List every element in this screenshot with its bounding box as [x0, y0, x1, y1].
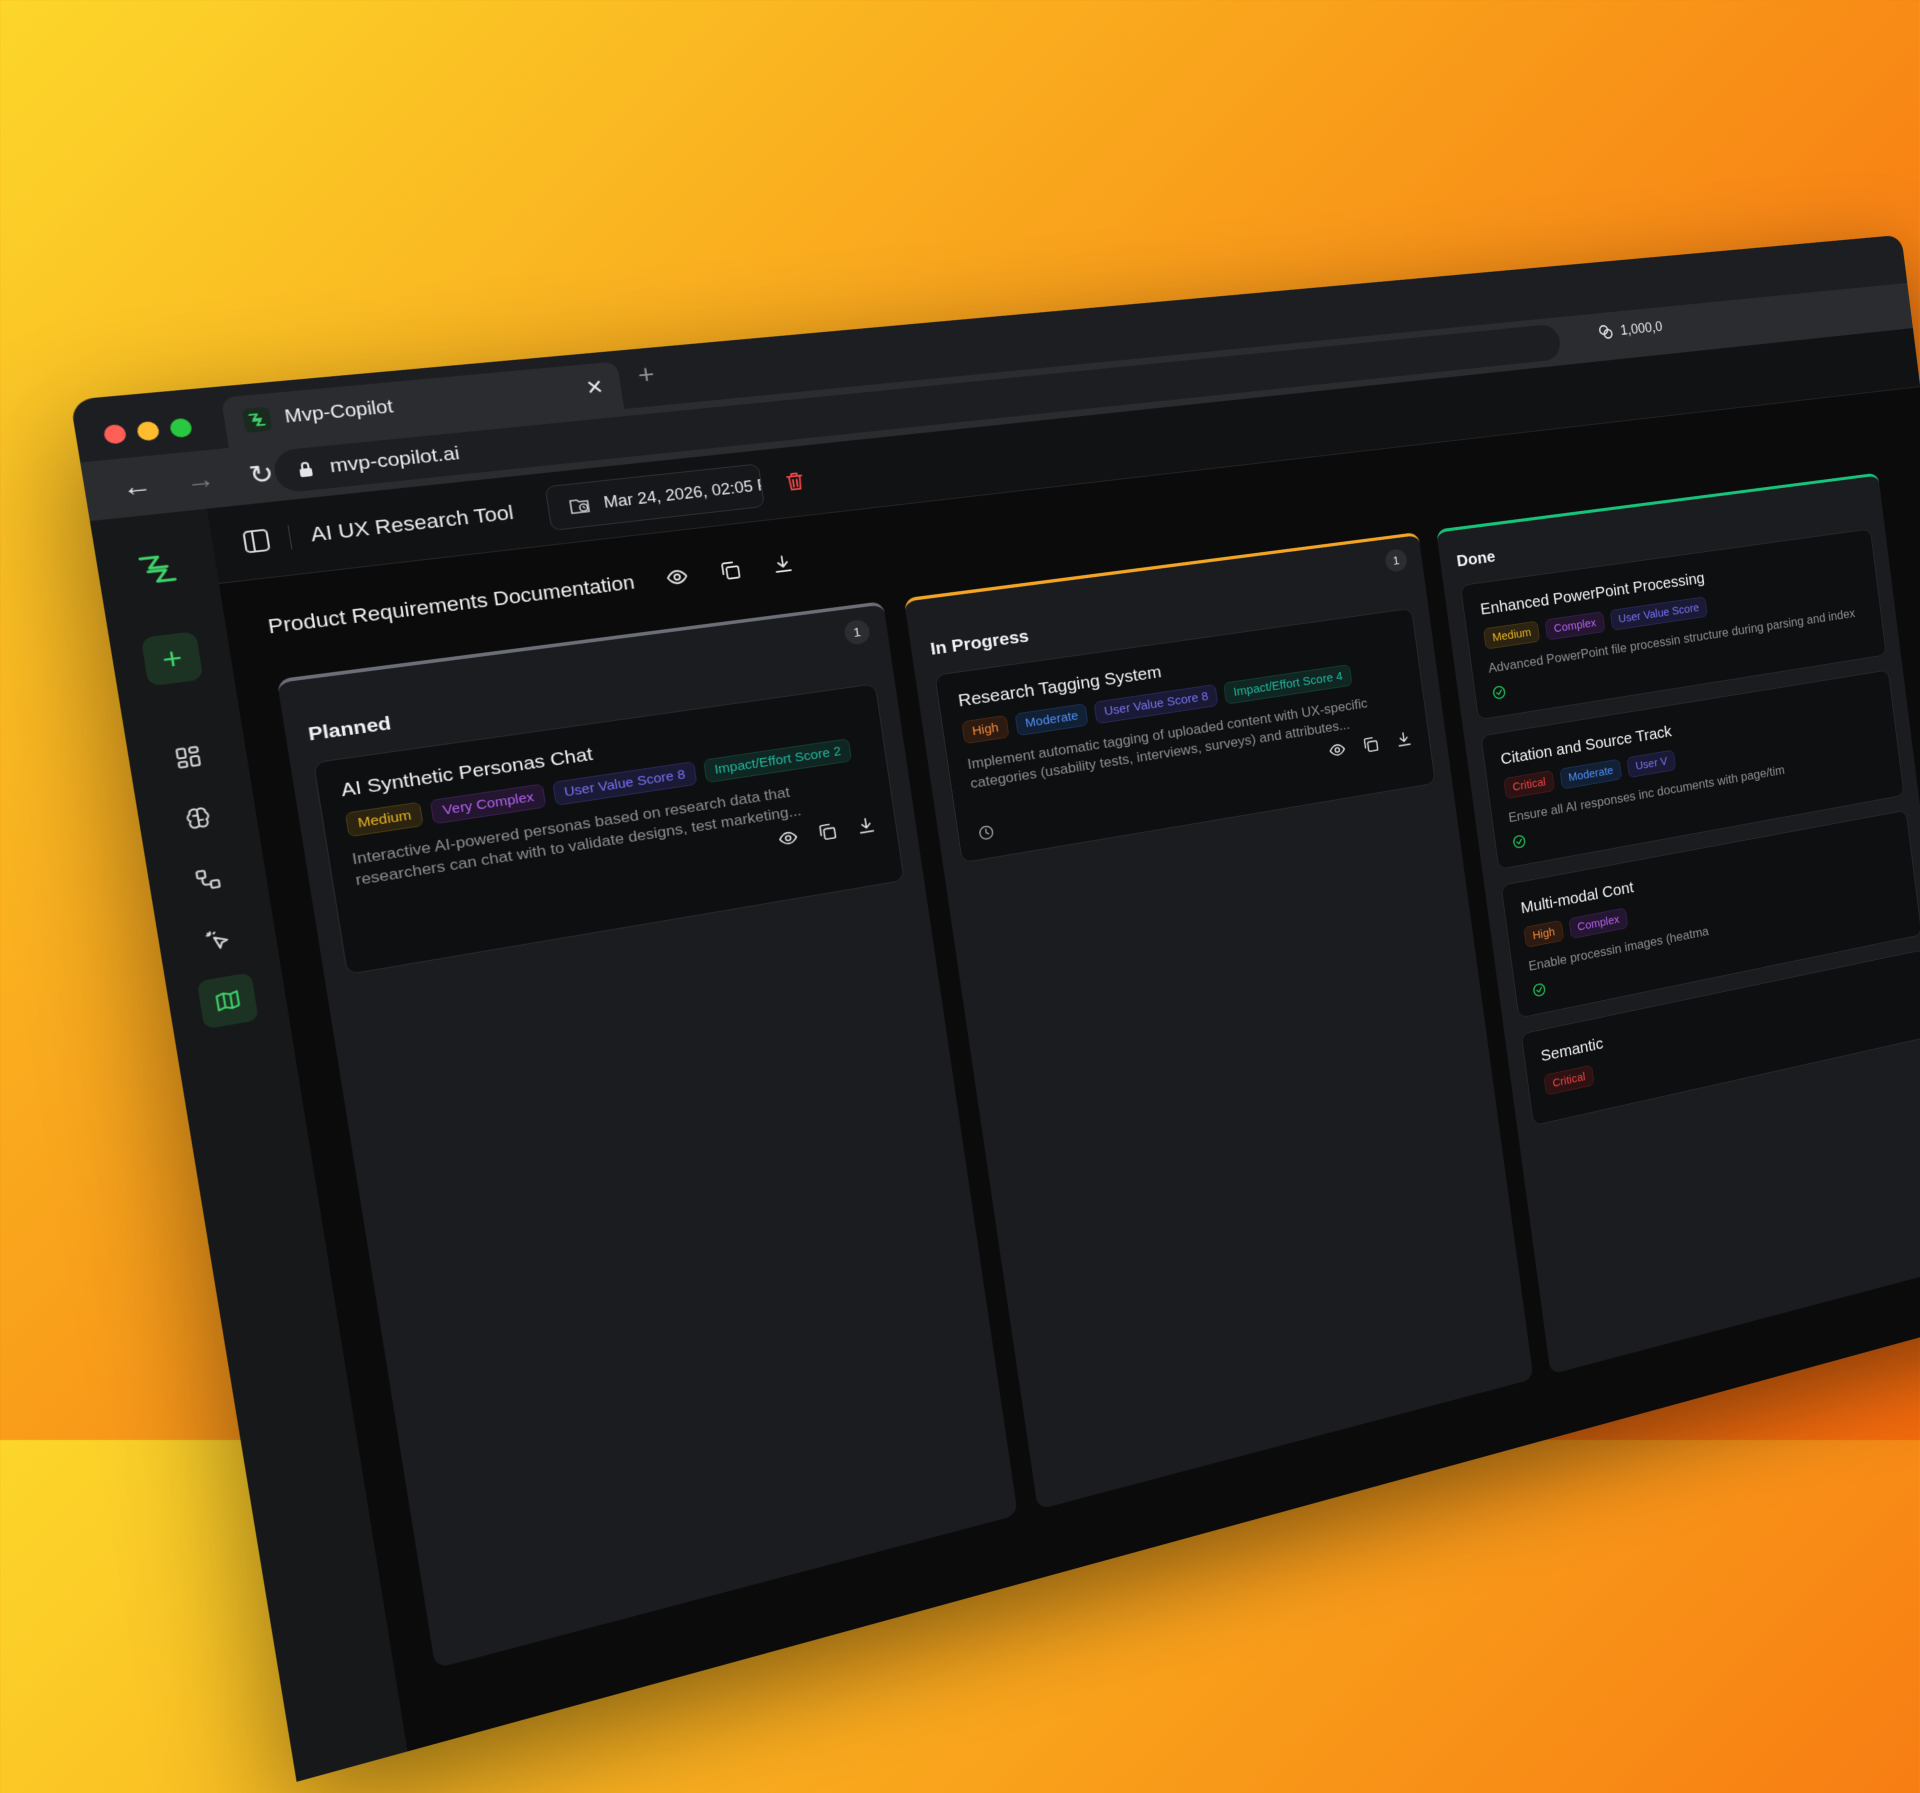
copy-icon[interactable] — [1361, 735, 1380, 755]
app-area: + AI UX Research Tool Mar 24, 2026, 02:0… — [89, 328, 1920, 1782]
new-project-button[interactable]: + — [140, 631, 204, 687]
complexity-badge: Moderate — [1014, 703, 1089, 737]
priority-badge: Critical — [1503, 770, 1555, 800]
map-icon[interactable] — [196, 972, 259, 1030]
new-tab-icon[interactable]: + — [636, 360, 657, 391]
dashboard-icon[interactable] — [164, 736, 212, 779]
eye-icon[interactable] — [777, 827, 800, 849]
browser-window: Mvp-Copilot ✕ + ← → ↻ mvp-copilot.ai 1,0… — [70, 234, 1920, 1782]
download-icon[interactable] — [1394, 729, 1413, 749]
priority-badge: Critical — [1543, 1064, 1595, 1096]
complexity-badge: Complex — [1568, 907, 1629, 939]
impact-effort-badge: Impact/Effort Score 4 — [1223, 664, 1353, 705]
priority-badge: High — [1523, 919, 1565, 948]
forward-icon[interactable]: → — [183, 464, 217, 497]
user-value-badge: User V — [1626, 749, 1677, 778]
main-content: AI UX Research Tool Mar 24, 2026, 02:05 … — [206, 328, 1920, 1751]
minimize-window-button[interactable] — [135, 420, 161, 442]
user-value-badge: User Value Score — [1609, 596, 1708, 631]
user-value-badge: User Value Score 8 — [1093, 683, 1219, 725]
complexity-badge: Very Complex — [430, 783, 547, 825]
close-window-button[interactable] — [102, 423, 128, 445]
window-controls — [102, 417, 193, 445]
reload-icon[interactable]: ↻ — [246, 457, 278, 490]
download-icon[interactable] — [855, 815, 877, 837]
back-icon[interactable]: ← — [119, 470, 154, 503]
lock-icon — [296, 460, 315, 478]
complexity-badge: Complex — [1544, 611, 1606, 641]
complexity-badge: Moderate — [1559, 758, 1623, 790]
trash-icon[interactable] — [783, 470, 806, 493]
column-planned: 1 Planned AI Synthetic Personas Chat Med… — [276, 601, 1018, 1669]
favicon-icon — [241, 406, 273, 434]
kanban-board: 1 Planned AI Synthetic Personas Chat Med… — [276, 466, 1920, 1741]
sidebar-toggle-icon[interactable] — [242, 528, 271, 554]
close-tab-icon[interactable]: ✕ — [584, 375, 605, 400]
stage: Mvp-Copilot ✕ + ← → ↻ mvp-copilot.ai 1,0… — [0, 0, 1920, 1782]
project-title: AI UX Research Tool — [309, 500, 515, 547]
priority-badge: Medium — [1483, 620, 1541, 650]
document-title: Product Requirements Documentation — [266, 570, 636, 639]
workflow-icon[interactable] — [184, 858, 232, 901]
coins-icon — [1597, 323, 1615, 341]
priority-badge: Medium — [344, 801, 425, 838]
pointer-click-icon[interactable] — [194, 918, 242, 962]
eye-icon[interactable] — [1328, 740, 1347, 760]
maximize-window-button[interactable] — [168, 417, 193, 439]
app-logo[interactable] — [131, 546, 184, 592]
toolbar-divider — [287, 525, 293, 550]
credits-indicator[interactable]: 1,000,0 — [1597, 318, 1663, 341]
eye-icon[interactable] — [664, 565, 689, 589]
download-icon[interactable] — [770, 553, 795, 576]
priority-badge: High — [961, 714, 1010, 745]
version-label: Mar 24, 2026, 02:05 P — [602, 475, 765, 511]
column-in-progress: 1 In Progress Research Tagging System Hi… — [903, 531, 1534, 1510]
copy-icon[interactable] — [816, 821, 838, 843]
brain-icon[interactable] — [174, 797, 222, 840]
url-text: mvp-copilot.ai — [328, 442, 461, 477]
version-select[interactable]: Mar 24, 2026, 02:05 P ⌄ — [544, 463, 765, 531]
copy-icon[interactable] — [718, 559, 743, 582]
history-icon — [566, 494, 592, 516]
credits-text: 1,000,0 — [1619, 318, 1664, 338]
